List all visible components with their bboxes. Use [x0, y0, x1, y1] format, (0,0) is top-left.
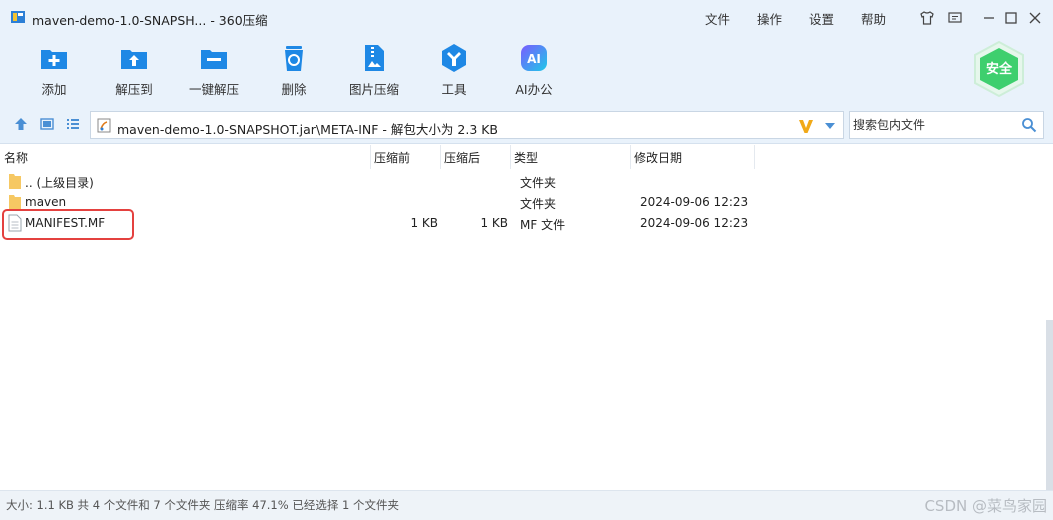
toolbar: 添加 解压到 一键解压 删除 图片压缩 工具 AI AI办公 安全 — [0, 36, 1053, 104]
tools-button[interactable]: 工具 — [419, 42, 489, 100]
column-header-name[interactable]: 名称 — [4, 149, 28, 167]
feedback-button[interactable] — [945, 8, 965, 28]
list-view-icon — [67, 119, 79, 129]
one-click-extract-label: 一键解压 — [188, 82, 239, 97]
image-compress-label: 图片压缩 — [348, 82, 399, 97]
column-header-compressed-after[interactable]: 压缩后 — [444, 149, 480, 167]
close-button[interactable] — [1025, 8, 1045, 28]
ai-office-label: AI办公 — [515, 82, 553, 97]
title-bar: maven-demo-1.0-SNAPSH... - 360压缩 文件 操作 设… — [0, 0, 1053, 36]
file-size-before: 1 KB — [410, 216, 438, 230]
file-type: 文件夹 — [520, 176, 557, 190]
file-type: MF 文件 — [520, 218, 566, 232]
add-label: 添加 — [41, 82, 67, 97]
extract-to-button[interactable]: 解压到 — [99, 42, 169, 100]
path-text: maven-demo-1.0-SNAPSHOT.jar\META-INF - 解… — [117, 122, 499, 137]
file-list: 名称 压缩前 压缩后 类型 修改日期 .. (上级目录) 文件夹 maven 文… — [0, 145, 1053, 490]
column-separator[interactable] — [370, 145, 371, 169]
column-separator[interactable] — [510, 145, 511, 169]
file-name: maven — [25, 195, 67, 209]
highlight-annotation — [2, 209, 134, 240]
search-box — [849, 111, 1044, 139]
app-icon — [11, 11, 25, 23]
image-compress-button[interactable]: 图片压缩 — [339, 42, 409, 100]
add-icon — [41, 50, 67, 69]
ai-office-button[interactable]: AI AI办公 — [499, 42, 569, 100]
arrow-up-icon — [15, 118, 27, 130]
add-button[interactable]: 添加 — [19, 42, 89, 100]
tools-icon — [442, 44, 466, 72]
image-compress-icon — [365, 45, 384, 71]
delete-button[interactable]: 删除 — [259, 42, 329, 100]
minimize-icon — [984, 17, 994, 19]
up-button[interactable] — [12, 115, 30, 133]
column-header-compressed-before[interactable]: 压缩前 — [374, 149, 410, 167]
one-click-extract-button[interactable]: 一键解压 — [179, 42, 249, 100]
message-icon — [948, 12, 962, 23]
path-box[interactable]: maven-demo-1.0-SNAPSHOT.jar\META-INF - 解… — [90, 111, 844, 139]
extract-to-icon — [121, 50, 147, 69]
skin-button[interactable] — [917, 8, 937, 28]
watermark: CSDN @菜鸟家园 — [924, 497, 1047, 515]
minimize-button[interactable] — [979, 8, 999, 28]
safe-badge[interactable]: 安全 — [972, 40, 1026, 98]
menu-operation[interactable]: 操作 — [757, 9, 782, 28]
v-logo-icon[interactable] — [797, 117, 815, 135]
tools-label: 工具 — [441, 82, 467, 97]
file-date: 2024-09-06 12:23 — [640, 195, 749, 209]
background-window-edge — [1046, 320, 1053, 490]
navigation-bar: maven-demo-1.0-SNAPSHOT.jar\META-INF - 解… — [0, 104, 1053, 144]
menu-file[interactable]: 文件 — [705, 9, 730, 28]
column-separator[interactable] — [440, 145, 441, 169]
column-header-type[interactable]: 类型 — [514, 149, 538, 167]
column-separator[interactable] — [630, 145, 631, 169]
ai-office-icon: AI — [521, 45, 547, 71]
delete-label: 删除 — [281, 82, 307, 97]
folder-icon — [9, 174, 21, 189]
shirt-icon — [920, 11, 934, 25]
caret-down-icon — [825, 123, 835, 129]
menu-help[interactable]: 帮助 — [861, 9, 886, 28]
archive-file-icon — [97, 118, 111, 133]
list-item-parent-directory[interactable]: .. (上级目录) 文件夹 — [0, 171, 760, 192]
status-bar: 大小: 1.1 KB 共 4 个文件和 7 个文件夹 压缩率 47.1% 已经选… — [0, 490, 1053, 520]
search-input[interactable] — [851, 113, 1016, 137]
file-name: .. (上级目录) — [25, 176, 94, 190]
maximize-button[interactable] — [1001, 8, 1021, 28]
window-title: maven-demo-1.0-SNAPSH... - 360压缩 — [32, 13, 268, 28]
thumbnail-view-button[interactable] — [38, 115, 56, 133]
list-view-button[interactable] — [64, 115, 82, 133]
maximize-icon — [1005, 12, 1017, 24]
status-text: 大小: 1.1 KB 共 4 个文件和 7 个文件夹 压缩率 47.1% 已经选… — [6, 498, 399, 512]
menu-settings[interactable]: 设置 — [809, 9, 834, 28]
path-dropdown-button[interactable] — [822, 118, 838, 134]
one-click-extract-icon — [201, 50, 227, 69]
column-header-modified[interactable]: 修改日期 — [634, 149, 682, 167]
svg-text:AI: AI — [527, 52, 541, 66]
column-separator[interactable] — [754, 145, 755, 169]
extract-to-label: 解压到 — [115, 82, 153, 97]
close-icon — [1029, 12, 1041, 24]
delete-icon — [285, 46, 303, 71]
file-size-after: 1 KB — [480, 216, 508, 230]
search-icon[interactable] — [1021, 117, 1037, 133]
file-date: 2024-09-06 12:23 — [640, 216, 749, 230]
thumbnail-view-icon — [40, 118, 54, 130]
file-type: 文件夹 — [520, 197, 557, 211]
safe-badge-label: 安全 — [986, 61, 1013, 77]
